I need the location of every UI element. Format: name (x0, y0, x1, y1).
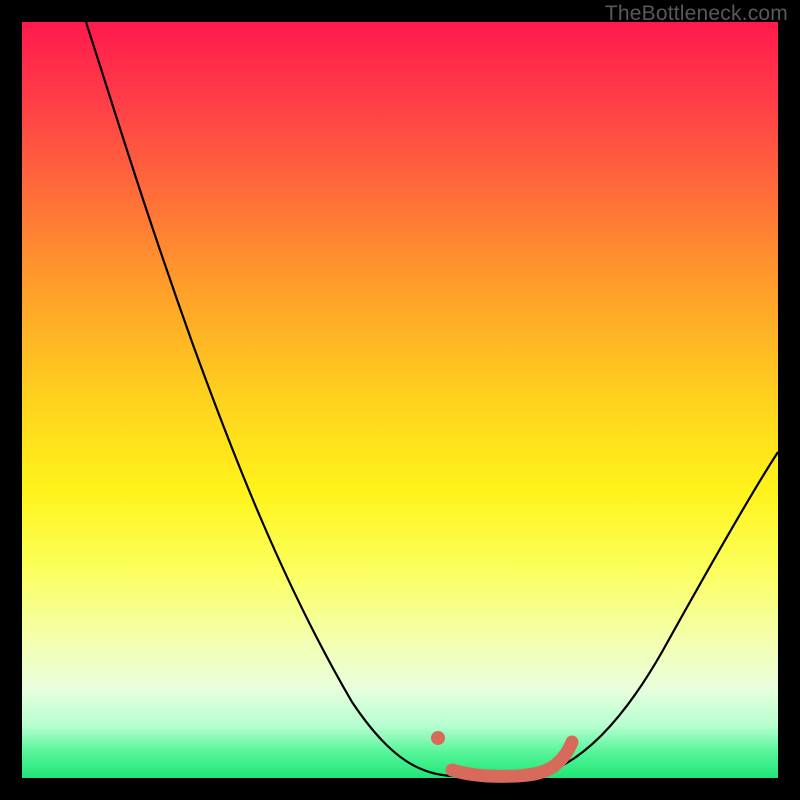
watermark-text: TheBottleneck.com (605, 2, 788, 26)
bottleneck-curve-svg (22, 22, 778, 778)
highlight-segment (452, 742, 572, 776)
bottleneck-curve-right (542, 452, 778, 774)
bottleneck-curve-left (86, 22, 452, 776)
highlight-start-dot (431, 731, 445, 745)
chart-plot-area (22, 22, 778, 778)
